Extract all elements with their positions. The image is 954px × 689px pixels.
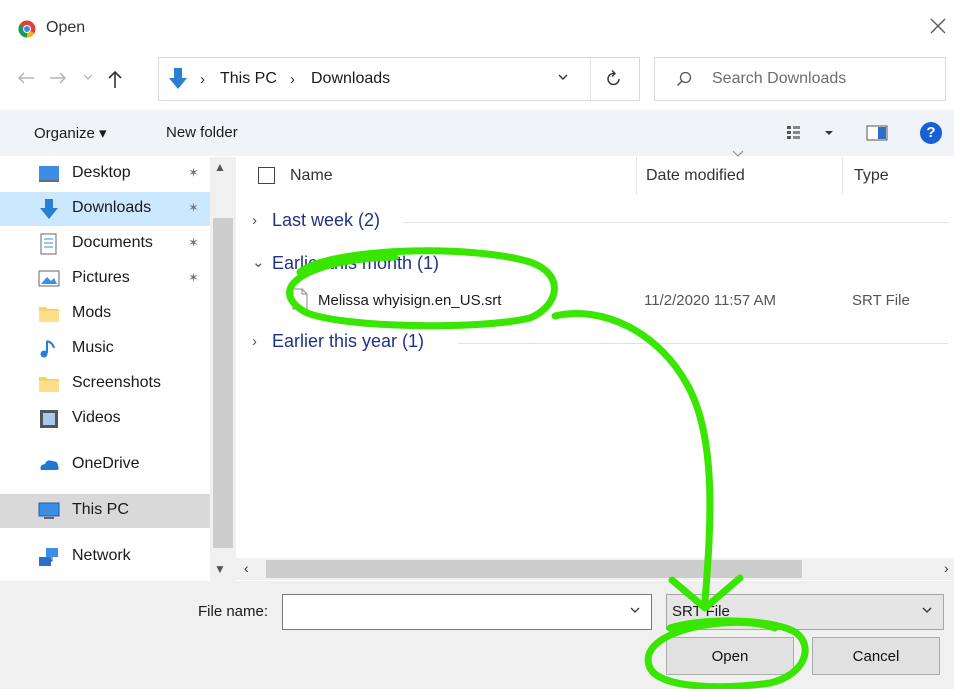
address-divider xyxy=(590,58,591,100)
sidebar-item-mods[interactable]: Mods xyxy=(0,297,210,331)
sidebar-item-label: Videos xyxy=(72,409,121,426)
sidebar-item-this-pc[interactable]: This PC xyxy=(0,494,210,528)
sidebar-item-label: Screenshots xyxy=(72,374,161,391)
back-arrow-icon[interactable] xyxy=(16,70,36,86)
sidebar-item-music[interactable]: Music xyxy=(0,332,210,366)
chevron-down-icon[interactable] xyxy=(556,70,570,84)
group-divider-line xyxy=(458,343,948,344)
horizontal-scrollbar-thumb[interactable] xyxy=(266,560,802,578)
group-header-earlier-this-year[interactable]: › Earlier this year (1) xyxy=(248,328,948,358)
pictures-icon xyxy=(38,270,60,287)
column-header-name[interactable]: Name xyxy=(290,167,333,185)
pin-icon[interactable]: ✶ xyxy=(188,165,199,181)
sidebar-item-pictures[interactable]: Pictures ✶ xyxy=(0,262,210,296)
downloads-icon xyxy=(40,199,58,219)
column-header-date-modified[interactable]: Date modified xyxy=(646,167,745,185)
column-header-type[interactable]: Type xyxy=(854,167,889,185)
up-arrow-icon[interactable] xyxy=(106,68,124,90)
sidebar-item-videos[interactable]: Videos xyxy=(0,402,210,436)
sidebar-item-label: OneDrive xyxy=(72,455,140,472)
onedrive-icon xyxy=(40,460,59,470)
folder-icon xyxy=(39,307,59,322)
chevron-down-icon: ⌄ xyxy=(252,254,265,271)
sidebar-item-label: Mods xyxy=(72,304,112,321)
group-header-earlier-this-month[interactable]: ⌄ Earlier this month (1) xyxy=(248,250,948,280)
forward-arrow-icon[interactable] xyxy=(48,70,68,86)
recent-locations-chevron-icon[interactable] xyxy=(82,72,94,82)
organize-button[interactable]: Organize ▾ xyxy=(34,124,107,142)
documents-icon xyxy=(40,233,57,255)
sidebar-item-network[interactable]: Network xyxy=(0,540,210,574)
chrome-icon xyxy=(18,20,36,38)
sidebar-item-label: Documents xyxy=(72,234,153,251)
file-name[interactable]: Melissa whyisign.en_US.srt xyxy=(318,292,501,309)
column-divider[interactable] xyxy=(842,157,843,195)
preview-pane-icon[interactable] xyxy=(866,124,888,142)
sort-chevron-icon xyxy=(732,150,744,157)
sidebar-item-label: Network xyxy=(72,547,131,564)
file-type-value[interactable]: SRT File xyxy=(672,603,730,620)
change-view-icon[interactable] xyxy=(786,124,838,142)
title-bar xyxy=(0,0,954,58)
chevron-down-icon[interactable] xyxy=(628,603,642,617)
chevron-right-icon: › xyxy=(252,212,257,229)
breadcrumb-downloads[interactable]: Downloads xyxy=(311,70,390,88)
videos-icon xyxy=(40,410,58,428)
network-icon xyxy=(39,548,58,566)
file-name-input[interactable] xyxy=(282,594,652,630)
navigation-pane: Desktop ✶ Downloads ✶ Documents ✶ Pictures ✶ Mod… xyxy=(0,157,236,581)
sidebar-item-downloads[interactable]: Downloads ✶ xyxy=(0,192,210,226)
nav-scrollbar-thumb[interactable] xyxy=(213,218,233,548)
cancel-button[interactable]: Cancel xyxy=(812,637,940,675)
sidebar-item-label: Pictures xyxy=(72,269,130,286)
pin-icon[interactable]: ✶ xyxy=(188,270,199,286)
group-label: Last week (2) xyxy=(272,210,381,230)
column-divider[interactable] xyxy=(636,157,637,195)
group-label: Earlier this year (1) xyxy=(272,331,425,351)
scroll-right-icon[interactable]: › xyxy=(944,560,949,576)
chevron-right-icon: › xyxy=(252,333,257,350)
search-placeholder[interactable]: Search Downloads xyxy=(712,70,846,88)
window-title: Open xyxy=(46,19,86,36)
file-date-modified: 11/2/2020 11:57 AM xyxy=(644,292,777,309)
group-label: Earlier this month (1) xyxy=(272,253,440,273)
this-pc-icon xyxy=(38,502,60,519)
file-icon xyxy=(292,288,308,310)
new-folder-button[interactable]: New folder xyxy=(166,124,238,141)
pin-icon[interactable]: ✶ xyxy=(188,235,199,251)
select-all-checkbox[interactable] xyxy=(258,167,275,184)
group-divider-line xyxy=(404,222,948,223)
scroll-down-icon[interactable]: ▼ xyxy=(214,562,226,576)
open-button[interactable]: Open xyxy=(666,637,794,675)
pin-icon[interactable]: ✶ xyxy=(188,200,199,216)
chevron-down-icon[interactable] xyxy=(920,603,934,617)
breadcrumb-separator[interactable]: › xyxy=(200,71,205,88)
music-icon xyxy=(40,340,55,358)
file-name-label: File name: xyxy=(198,603,269,620)
scroll-left-icon[interactable]: ‹ xyxy=(244,560,249,576)
sidebar-item-desktop[interactable]: Desktop ✶ xyxy=(0,157,210,191)
scroll-up-icon[interactable]: ▲ xyxy=(214,160,226,174)
sidebar-item-label: Desktop xyxy=(72,164,131,181)
sidebar-item-documents[interactable]: Documents ✶ xyxy=(0,227,210,261)
close-icon[interactable] xyxy=(928,16,948,36)
refresh-icon[interactable] xyxy=(606,69,622,87)
breadcrumb-separator[interactable]: › xyxy=(290,71,295,88)
sidebar-item-label: This PC xyxy=(72,501,129,518)
sidebar-item-label: Music xyxy=(72,339,114,356)
downloads-arrow-icon xyxy=(169,68,187,89)
help-icon[interactable]: ? xyxy=(920,122,942,144)
sidebar-item-onedrive[interactable]: OneDrive xyxy=(0,448,210,482)
file-type: SRT File xyxy=(852,292,910,309)
folder-icon xyxy=(39,377,59,392)
sidebar-item-label: Downloads xyxy=(72,199,152,216)
desktop-icon xyxy=(39,166,59,182)
sidebar-item-screenshots[interactable]: Screenshots xyxy=(0,367,210,401)
search-icon xyxy=(676,71,692,87)
group-header-last-week[interactable]: › Last week (2) xyxy=(248,207,948,237)
breadcrumb-this-pc[interactable]: This PC xyxy=(220,70,277,88)
